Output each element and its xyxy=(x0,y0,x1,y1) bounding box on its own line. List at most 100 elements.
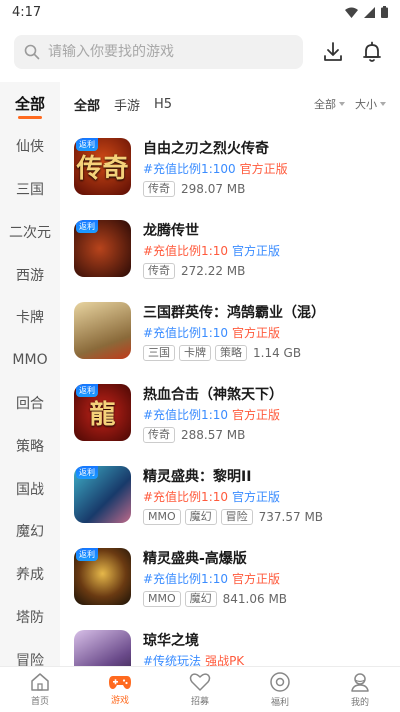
game-size: 841.06 MB xyxy=(222,592,288,606)
game-tag-primary: #充值比例1:10 xyxy=(143,408,229,422)
game-row[interactable]: 返利 传奇 自由之刃之烈火传奇 #充值比例1:100 官方正版 传奇 298.0… xyxy=(60,126,400,208)
game-tag-secondary: 官方正版 xyxy=(232,326,281,340)
genre-tag: 策略 xyxy=(215,345,247,361)
game-size: 272.22 MB xyxy=(181,264,246,278)
filter-sorts: 全部 大小 xyxy=(314,96,386,112)
game-tags: #充值比例1:10 官方正版 xyxy=(143,406,283,422)
game-meta: 传奇 272.22 MB xyxy=(143,262,280,280)
search-input[interactable] xyxy=(48,44,278,60)
game-row[interactable]: 返利 精灵盛典-高爆版 #充值比例1:10 官方正版 MMO 魔幻 841.06… xyxy=(60,536,400,618)
sidebar-item-tower-defense[interactable]: 塔防 xyxy=(0,596,60,639)
sidebar-item-strategy[interactable]: 策略 xyxy=(0,424,60,467)
game-tag-secondary: 官方正版 xyxy=(232,490,281,504)
sidebar-item-all[interactable]: 全部 xyxy=(0,82,60,125)
filter-tab-h5[interactable]: H5 xyxy=(154,97,172,112)
game-row[interactable]: 返利 龙腾传世 #充值比例1:10 官方正版 传奇 272.22 MB xyxy=(60,208,400,290)
nav-home[interactable]: 首页 xyxy=(0,667,80,712)
genre-tag: 三国 xyxy=(143,345,175,361)
game-icon-text: 传奇 xyxy=(76,154,129,184)
signal-icon xyxy=(364,6,375,18)
sidebar-item-anime[interactable]: 二次元 xyxy=(0,210,60,253)
user-icon xyxy=(351,673,369,692)
game-tag-secondary: 官方正版 xyxy=(232,244,281,258)
bottom-nav: 首页 游戏 招募 福利 我的 xyxy=(0,666,400,712)
game-tag-secondary: 官方正版 xyxy=(239,162,288,176)
game-tag-primary: #充值比例1:10 xyxy=(143,244,229,258)
nav-label: 招募 xyxy=(190,697,209,707)
game-size: 288.57 MB xyxy=(181,428,246,442)
game-size: 298.07 MB xyxy=(181,182,246,196)
game-tags: #充值比例1:10 官方正版 xyxy=(143,488,323,504)
game-tags: #充值比例1:10 官方正版 xyxy=(143,570,287,586)
home-icon xyxy=(31,673,49,691)
game-icon: 返利 xyxy=(74,466,131,523)
game-icon xyxy=(74,630,131,666)
game-meta: 传奇 298.07 MB xyxy=(143,180,288,198)
sidebar-item-mmo[interactable]: MMO xyxy=(0,339,60,382)
sidebar-item-adventure[interactable]: 冒险 xyxy=(0,638,60,666)
sort-all-label: 全部 xyxy=(314,98,336,111)
sort-all-dropdown[interactable]: 全部 xyxy=(314,96,345,112)
game-info: 龙腾传世 #充值比例1:10 官方正版 传奇 272.22 MB xyxy=(143,220,280,280)
sidebar-item-xianxia[interactable]: 仙侠 xyxy=(0,125,60,168)
filter-tab-mobile[interactable]: 手游 xyxy=(114,95,140,114)
filter-bar: 全部 手游 H5 全部 大小 xyxy=(60,82,400,126)
game-list: 返利 传奇 自由之刃之烈火传奇 #充值比例1:100 官方正版 传奇 298.0… xyxy=(60,126,400,666)
genre-tag: 卡牌 xyxy=(179,345,211,361)
nav-games[interactable]: 游戏 xyxy=(80,667,160,712)
rebate-badge: 返利 xyxy=(76,220,98,233)
chevron-down-icon xyxy=(380,102,386,106)
download-button[interactable] xyxy=(319,38,347,66)
rebate-badge: 返利 xyxy=(76,466,98,479)
game-tag-secondary: 官方正版 xyxy=(232,572,281,586)
game-name: 龙腾传世 xyxy=(143,223,199,239)
game-icon xyxy=(74,302,131,359)
sidebar-item-turn-based[interactable]: 回合 xyxy=(0,382,60,425)
game-info: 热血合击（神煞天下） #充值比例1:10 官方正版 传奇 288.57 MB xyxy=(143,384,283,444)
gamepad-icon xyxy=(109,676,131,689)
bell-icon xyxy=(363,41,382,62)
nav-label: 我的 xyxy=(350,698,369,708)
sidebar-item-three-kingdoms[interactable]: 三国 xyxy=(0,168,60,211)
notification-button[interactable] xyxy=(358,38,386,66)
battery-icon xyxy=(381,6,388,18)
sidebar-item-journey-west[interactable]: 西游 xyxy=(0,253,60,296)
game-tag-primary: #传统玩法 xyxy=(143,654,202,666)
game-row[interactable]: 三国群英传：鸿鹄霸业（混） #充值比例1:10 官方正版 三国 卡牌 策略 1.… xyxy=(60,290,400,372)
sort-size-label: 大小 xyxy=(355,98,377,111)
game-row[interactable]: 返利 龍 热血合击（神煞天下） #充值比例1:10 官方正版 传奇 288.57… xyxy=(60,372,400,454)
game-meta: 传奇 288.57 MB xyxy=(143,426,283,444)
heart-icon xyxy=(189,673,211,691)
nav-profile[interactable]: 我的 xyxy=(320,667,400,712)
game-name: 精灵盛典-高爆版 xyxy=(143,551,247,567)
search-icon xyxy=(24,44,40,60)
sidebar-item-card[interactable]: 卡牌 xyxy=(0,296,60,339)
game-tags: #充值比例1:10 官方正版 xyxy=(143,242,280,258)
category-sidebar: 全部 仙侠 三国 二次元 西游 卡牌 MMO 回合 策略 国战 魔幻 养成 塔防… xyxy=(0,82,60,666)
game-meta: MMO 魔幻 841.06 MB xyxy=(143,590,287,608)
game-icon: 返利 xyxy=(74,548,131,605)
search-box[interactable] xyxy=(14,35,303,69)
genre-tag: 传奇 xyxy=(143,263,175,279)
game-tag-primary: #充值比例1:10 xyxy=(143,326,229,340)
game-tag-secondary: 官方正版 xyxy=(232,408,281,422)
game-icon: 返利 龍 xyxy=(74,384,131,441)
game-row[interactable]: 琼华之境 #传统玩法 强战PK xyxy=(60,618,400,666)
sidebar-item-national-war[interactable]: 国战 xyxy=(0,467,60,510)
sort-size-dropdown[interactable]: 大小 xyxy=(355,96,386,112)
sidebar-item-fantasy[interactable]: 魔幻 xyxy=(0,510,60,553)
genre-tag: 魔幻 xyxy=(184,591,217,607)
game-size: 737.57 MB xyxy=(258,510,324,524)
nav-recruit[interactable]: 招募 xyxy=(160,667,240,712)
game-info: 精灵盛典-高爆版 #充值比例1:10 官方正版 MMO 魔幻 841.06 MB xyxy=(143,548,287,608)
status-time: 4:17 xyxy=(12,4,42,20)
sidebar-item-raising[interactable]: 养成 xyxy=(0,553,60,596)
game-info: 自由之刃之烈火传奇 #充值比例1:100 官方正版 传奇 298.07 MB xyxy=(143,138,288,198)
download-icon xyxy=(323,42,342,61)
genre-tag: MMO xyxy=(143,591,181,607)
nav-welfare[interactable]: 福利 xyxy=(240,667,320,712)
filter-tab-all[interactable]: 全部 xyxy=(74,95,100,114)
game-tags: #充值比例1:10 官方正版 xyxy=(143,324,325,340)
game-tag-secondary: 强战PK xyxy=(205,654,245,666)
game-row[interactable]: 返利 精灵盛典：黎明II #充值比例1:10 官方正版 MMO 魔幻 冒险 73… xyxy=(60,454,400,536)
